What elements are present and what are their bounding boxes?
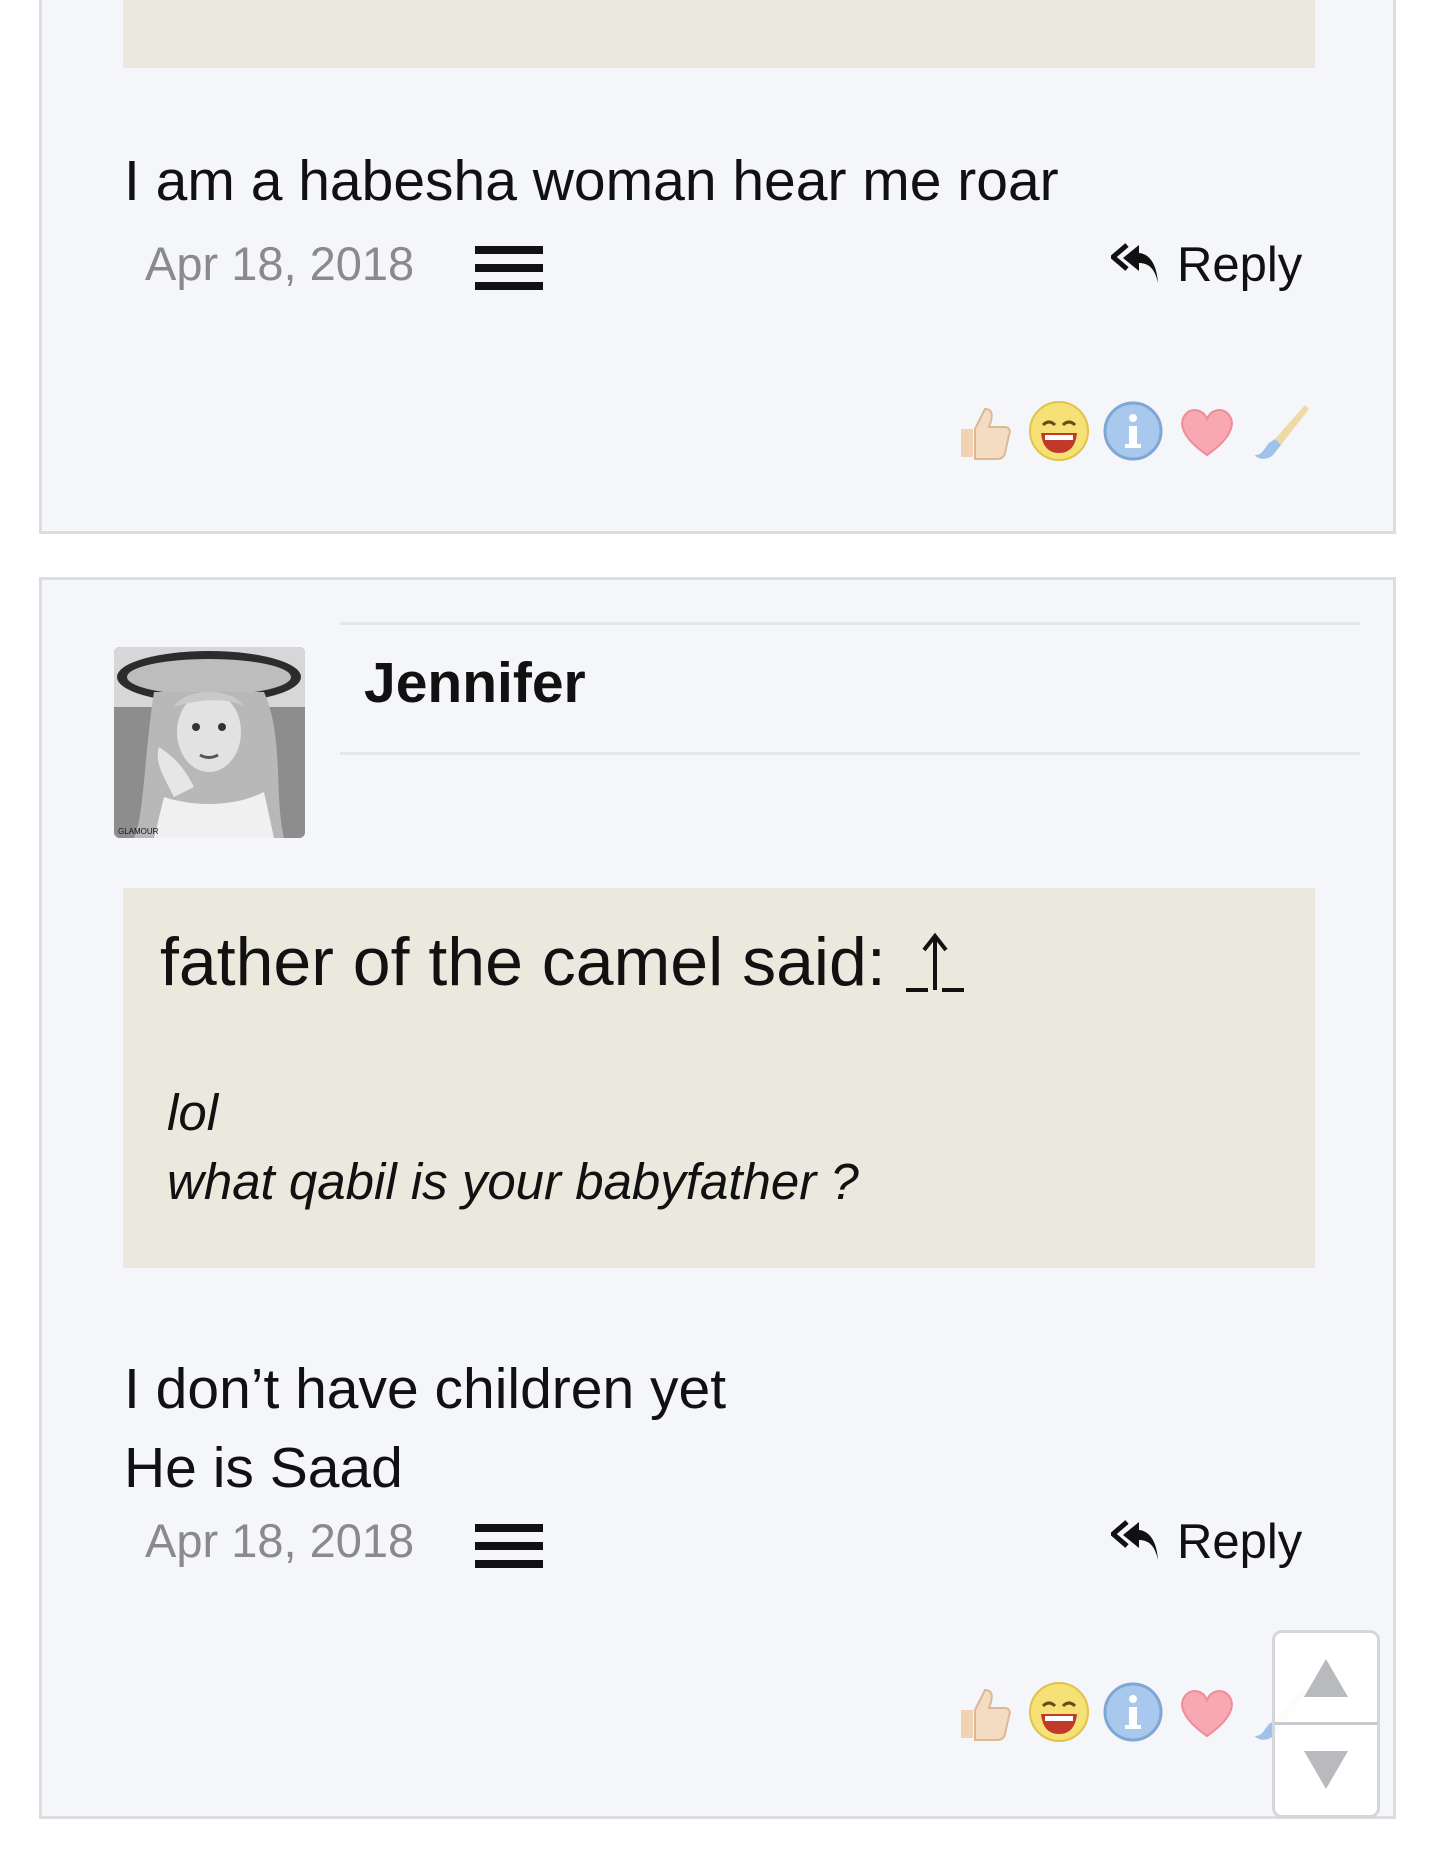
thumbs-up-icon[interactable] (953, 1680, 1017, 1744)
reply-label: Reply (1177, 1515, 1303, 1569)
post-message: I don’t have children yet He is Saad (124, 1357, 727, 1500)
thumbs-up-icon[interactable] (953, 399, 1017, 463)
menu-icon[interactable] (475, 246, 543, 290)
avatar-caption: GLAMOUR (118, 827, 159, 836)
info-icon[interactable] (1101, 399, 1165, 463)
reaction-bar (953, 1680, 1313, 1744)
reply-all-icon (1111, 243, 1161, 287)
triangle-up-icon (1304, 1659, 1348, 1697)
divider (340, 622, 1360, 625)
scroll-down-button[interactable] (1275, 1725, 1377, 1815)
post-date: Apr 18, 2018 (145, 237, 415, 290)
jump-to-quote-icon[interactable] (904, 930, 966, 994)
brush-icon[interactable] (1249, 399, 1313, 463)
post: GLAMOUR Jennifer father of the camel sai… (39, 577, 1396, 1819)
reply-button[interactable]: Reply (1111, 235, 1302, 295)
post-date: Apr 18, 2018 (145, 1514, 415, 1567)
reply-label: Reply (1177, 238, 1303, 292)
post-message: I am a habesha woman hear me roar (124, 149, 1059, 213)
post: I am a habesha woman hear me roar Apr 18… (39, 0, 1396, 534)
quote-header: father of the camel said: (160, 923, 966, 1001)
triangle-down-icon (1304, 1751, 1348, 1789)
laugh-icon[interactable] (1027, 399, 1091, 463)
menu-icon[interactable] (475, 1524, 543, 1568)
heart-icon[interactable] (1175, 399, 1239, 463)
reply-all-icon (1111, 1520, 1161, 1564)
post-author[interactable]: Jennifer (364, 650, 586, 716)
quote-box: father of the camel said: lol what qabil… (123, 888, 1315, 1268)
laugh-icon[interactable] (1027, 1680, 1091, 1744)
quote-author: father of the camel said: (160, 924, 886, 1000)
reaction-bar (953, 399, 1313, 463)
avatar[interactable]: GLAMOUR (114, 647, 305, 838)
thread-page: I am a habesha woman hear me roar Apr 18… (0, 0, 1439, 1854)
scroll-control (1272, 1630, 1380, 1818)
scroll-up-button[interactable] (1275, 1633, 1377, 1723)
divider (340, 752, 1360, 755)
heart-icon[interactable] (1175, 1680, 1239, 1744)
quote-text: lol what qabil is your babyfather ? (167, 1084, 859, 1210)
reply-button[interactable]: Reply (1111, 1512, 1302, 1572)
quote-box (123, 0, 1315, 68)
info-icon[interactable] (1101, 1680, 1165, 1744)
